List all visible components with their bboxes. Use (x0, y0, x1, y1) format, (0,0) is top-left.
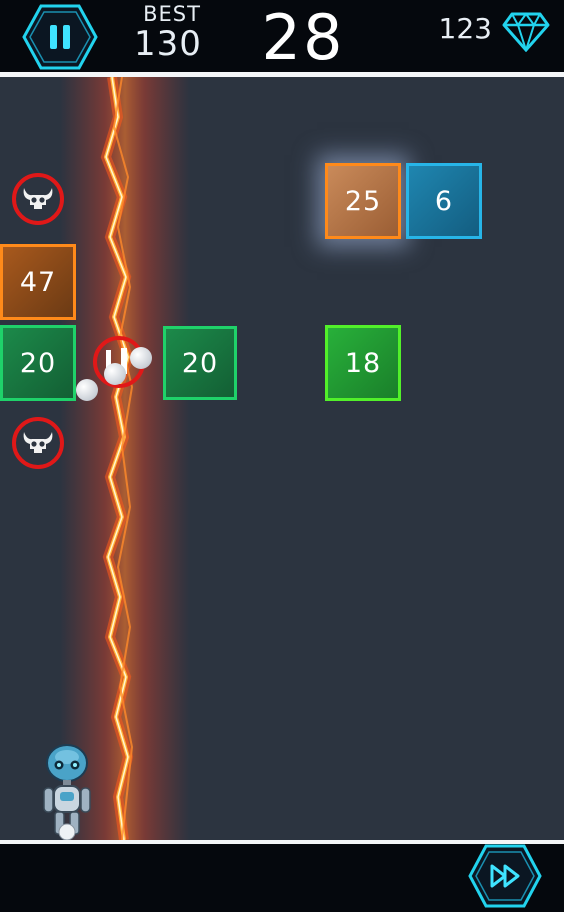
skull-token (12, 417, 64, 469)
skull-token (12, 173, 64, 225)
brick-block: 20 (0, 325, 76, 401)
brick-hit-count: 20 (181, 347, 219, 379)
fast-forward-button[interactable] (468, 844, 542, 908)
robot-player (38, 743, 96, 840)
horned-skull-icon (23, 188, 53, 209)
best-score: 130 (134, 24, 202, 64)
best-label: BEST (143, 2, 201, 26)
bottom-bar (0, 844, 564, 912)
current-score: 28 (261, 1, 345, 74)
brick-block: 6 (406, 163, 482, 239)
brick-block: 25 (325, 163, 401, 239)
brick-block: 18 (325, 325, 401, 401)
play-field[interactable]: 25 6 47 20 20 18 (0, 77, 564, 840)
ball (104, 363, 126, 385)
ball (76, 379, 98, 401)
robot-icon (43, 744, 91, 840)
brick-block: 47 (0, 244, 76, 320)
brick-hit-count: 18 (344, 347, 382, 379)
lightning-laser (60, 77, 190, 840)
brick-block: 20 (163, 326, 237, 400)
ball (130, 347, 152, 369)
pause-icon (22, 4, 98, 70)
diamond-icon (502, 12, 550, 56)
brick-hit-count: 20 (19, 347, 57, 379)
fast-forward-icon (468, 844, 542, 908)
top-hud: BEST 130 28 123 (0, 0, 564, 74)
horned-skull-icon (23, 432, 53, 453)
brick-hit-count: 47 (19, 266, 57, 298)
pause-button[interactable] (22, 4, 98, 70)
brick-hit-count: 25 (344, 185, 382, 217)
gem-count: 123 (438, 12, 492, 45)
brick-hit-count: 6 (434, 185, 454, 217)
